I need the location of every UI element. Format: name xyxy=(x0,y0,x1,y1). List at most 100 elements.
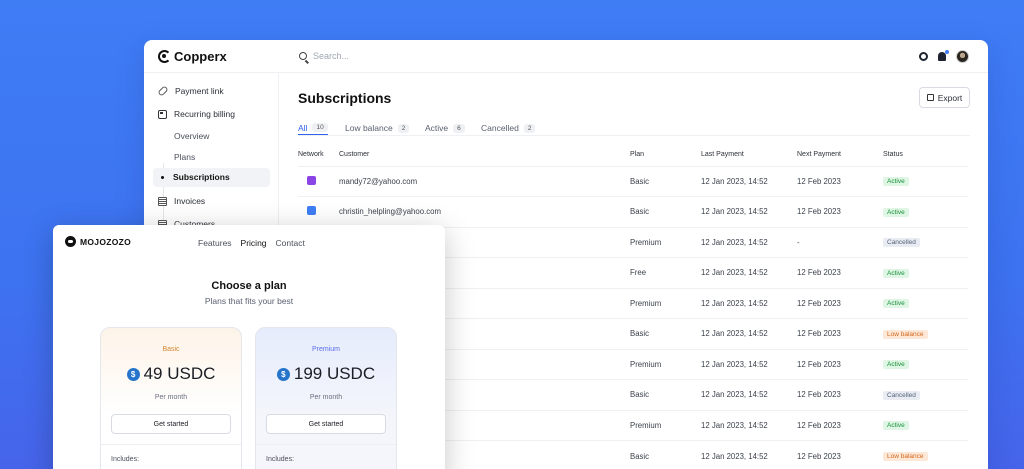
tab-low-balance[interactable]: Low balance 2 xyxy=(345,121,410,135)
cell-last-payment: 12 Jan 2023, 14:52 xyxy=(701,409,797,441)
sidebar-item-payment-link[interactable]: Payment link xyxy=(157,85,224,97)
network-icon xyxy=(307,175,316,185)
column-header-customer[interactable]: Customer xyxy=(339,143,630,166)
cell-last-payment: 12 Jan 2023, 14:52 xyxy=(701,318,797,349)
cell-status: Cancelled xyxy=(883,226,968,258)
get-started-button-basic[interactable]: Get started xyxy=(111,414,231,434)
cell-last-payment: 12 Jan 2023, 14:52 xyxy=(701,257,797,288)
cell-customer: christin_helpling@yahoo.com xyxy=(339,196,630,227)
cell-next-payment: 12 Feb 2023 xyxy=(797,440,883,469)
tab-cancelled[interactable]: Cancelled 2 xyxy=(481,121,536,135)
cell-plan: Free xyxy=(630,257,701,288)
mojozozo-nav: Features Pricing Contact xyxy=(198,238,305,248)
cell-status: Low balance xyxy=(883,318,968,349)
status-badge: Active xyxy=(883,421,909,431)
cell-last-payment: 12 Jan 2023, 14:52 xyxy=(701,287,797,319)
tab-all[interactable]: All 10 xyxy=(298,121,328,135)
cell-network xyxy=(298,196,339,227)
brand-name: Copperx xyxy=(174,49,227,64)
cell-next-payment: 12 Feb 2023 xyxy=(797,196,883,227)
cell-next-payment: 12 Feb 2023 xyxy=(797,287,883,319)
sidebar-subitem-overview[interactable]: Overview xyxy=(174,131,209,141)
cell-last-payment: 12 Jan 2023, 14:52 xyxy=(701,196,797,227)
cell-next-payment: 12 Feb 2023 xyxy=(797,318,883,349)
plan-includes: Includes: xyxy=(266,456,295,463)
plan-tier: Premium xyxy=(311,346,340,353)
calendar-icon xyxy=(158,109,167,119)
cell-status: Active xyxy=(883,196,968,227)
search-input[interactable]: Search... xyxy=(299,51,349,61)
cell-next-payment: - xyxy=(797,226,883,258)
cell-next-payment: 12 Feb 2023 xyxy=(797,348,883,380)
cell-status: Active xyxy=(883,165,968,197)
cell-plan: Premium xyxy=(630,287,701,319)
sidebar-item-invoices[interactable]: Invoices xyxy=(158,196,205,206)
plan-period: Per month xyxy=(309,394,343,401)
cell-plan: Basic xyxy=(630,379,701,410)
get-started-button-premium[interactable]: Get started xyxy=(266,414,386,434)
cell-status: Active xyxy=(883,287,968,319)
mojozozo-logo[interactable]: MOJOZOZO xyxy=(65,236,131,247)
cell-last-payment: 12 Jan 2023, 14:52 xyxy=(701,348,797,380)
nav-link-features[interactable]: Features xyxy=(198,238,232,248)
tab-label: Cancelled xyxy=(481,123,519,133)
status-badge: Active xyxy=(883,299,909,309)
status-badge: Cancelled xyxy=(883,238,920,248)
plan-price-value: 49 USDC xyxy=(143,364,216,383)
tab-count: 2 xyxy=(397,123,410,133)
pricing-page-preview: MOJOZOZO Features Pricing Contact Choose… xyxy=(53,225,445,469)
cell-last-payment: 12 Jan 2023, 14:52 xyxy=(701,440,797,469)
column-header-next-payment[interactable]: Next Payment xyxy=(797,143,883,166)
plan-period: Per month xyxy=(154,394,188,401)
sidebar-item-recurring-billing[interactable]: Recurring billing xyxy=(158,109,235,119)
copperx-logo[interactable]: Copperx xyxy=(158,49,227,64)
search-placeholder: Search... xyxy=(313,51,350,61)
cell-status: Active xyxy=(883,348,968,380)
status-badge: Cancelled xyxy=(883,390,920,400)
help-icon[interactable] xyxy=(919,52,928,61)
column-header-last-payment[interactable]: Last Payment xyxy=(701,143,797,166)
plan-includes: Includes: xyxy=(111,456,140,463)
cell-status: Active xyxy=(883,257,968,288)
sidebar-item-label: Recurring billing xyxy=(174,109,235,119)
status-badge: Low balance xyxy=(883,452,928,461)
cell-plan: Basic xyxy=(630,165,701,197)
notification-bell-icon[interactable] xyxy=(938,50,949,61)
plan-price: $ 199 USDC xyxy=(256,364,396,384)
nav-link-contact[interactable]: Contact xyxy=(276,238,305,248)
status-badge: Active xyxy=(883,360,909,370)
usdc-icon: $ xyxy=(276,367,290,381)
usdc-icon: $ xyxy=(126,367,140,381)
column-header-plan[interactable]: Plan xyxy=(630,143,701,166)
cell-plan: Basic xyxy=(630,318,701,349)
column-header-network[interactable]: Network xyxy=(298,143,339,166)
tab-label: Active xyxy=(425,123,449,133)
table-row[interactable]: christin_helpling@yahoo.com Basic 12 Jan 2… xyxy=(298,196,968,227)
status-badge: Active xyxy=(883,177,909,187)
cell-plan: Basic xyxy=(630,196,701,227)
cell-customer: mandy72@yahoo.com xyxy=(339,165,630,197)
table-row[interactable]: mandy72@yahoo.com Basic 12 Jan 2023, 14:52… xyxy=(298,165,968,197)
cell-plan: Premium xyxy=(630,409,701,441)
copperx-logo-icon xyxy=(158,50,171,63)
top-bar: Copperx Search... xyxy=(144,40,988,73)
plan-subheading: Plans that fits your best xyxy=(204,296,294,306)
tab-count: 2 xyxy=(523,123,536,133)
user-avatar[interactable] xyxy=(956,50,969,63)
cell-plan: Basic xyxy=(630,440,701,469)
plan-tier: Basic xyxy=(162,346,180,353)
export-button[interactable]: Export xyxy=(919,87,970,108)
cell-next-payment: 12 Feb 2023 xyxy=(797,379,883,410)
column-header-status[interactable]: Status xyxy=(883,143,968,166)
mojozozo-brand: MOJOZOZO xyxy=(80,236,132,247)
sidebar-subitem-subscriptions[interactable]: Subscriptions xyxy=(153,168,270,187)
cell-next-payment: 12 Feb 2023 xyxy=(797,165,883,197)
plan-card-premium: Premium $ 199 USDC Per month Get started… xyxy=(255,327,397,469)
cell-last-payment: 12 Jan 2023, 14:52 xyxy=(701,165,797,197)
tab-active[interactable]: Active 6 xyxy=(425,121,465,135)
status-badge: Active xyxy=(883,207,909,217)
nav-link-pricing[interactable]: Pricing xyxy=(241,238,267,248)
sidebar-subitem-plans[interactable]: Plans xyxy=(174,152,195,162)
tab-label: Low balance xyxy=(345,123,393,133)
tab-count: 6 xyxy=(453,123,465,133)
